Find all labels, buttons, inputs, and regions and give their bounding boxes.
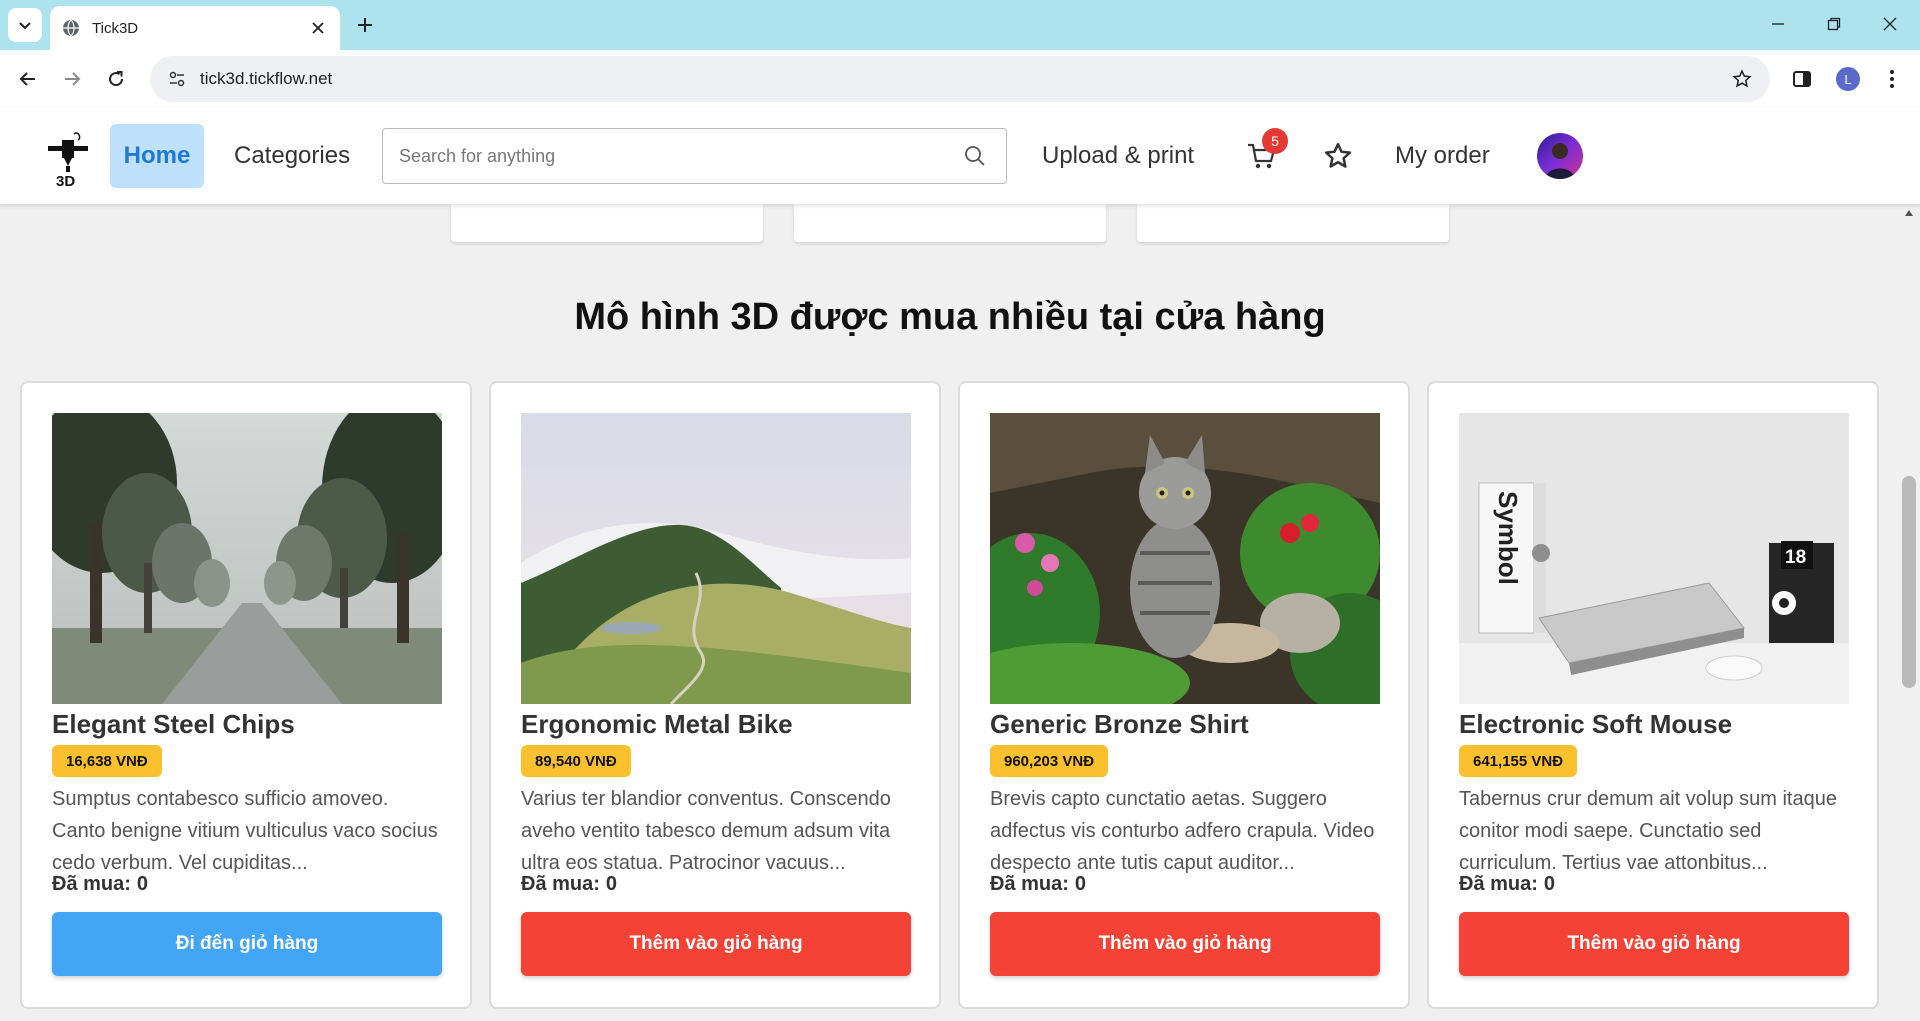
nav-my-order[interactable]: My order <box>1395 124 1490 188</box>
browser-toolbar: tick3d.tickflow.net L <box>0 50 1920 108</box>
close-window-button[interactable] <box>1862 0 1918 48</box>
sold-value: 0 <box>605 873 618 895</box>
product-card[interactable]: Elegant Steel Chips 16,638 VNĐ Sumptus c… <box>20 381 472 1009</box>
globe-icon <box>63 19 79 37</box>
tick3d-logo[interactable]: 3D <box>44 130 96 190</box>
chevron-down-icon <box>19 22 31 30</box>
price-badge: 641,155 VNĐ <box>1459 745 1578 777</box>
calendar-day-text: 18 <box>1785 547 1806 568</box>
search-box <box>382 128 1007 184</box>
site-header: 3D Home Categories Upload & print 5 My o… <box>0 108 1920 204</box>
product-card[interactable]: Ergonomic Metal Bike 89,540 VNĐ Varius t… <box>489 381 941 1009</box>
sold-count: Đã mua: 0 <box>1459 873 1555 896</box>
product-card[interactable]: Generic Bronze Shirt 960,203 VNĐ Brevis … <box>958 381 1410 1009</box>
sold-value: 0 <box>136 873 149 895</box>
forward-button[interactable] <box>56 63 88 95</box>
restore-button[interactable] <box>1806 0 1862 48</box>
prev-card[interactable] <box>451 204 763 242</box>
price-badge: 89,540 VNĐ <box>521 745 631 777</box>
product-image[interactable]: Symbol 18 <box>1459 413 1849 704</box>
plus-icon <box>358 18 372 32</box>
product-name[interactable]: Elegant Steel Chips <box>52 709 295 740</box>
product-name[interactable]: Electronic Soft Mouse <box>1459 709 1732 740</box>
search-input[interactable] <box>399 129 960 183</box>
product-description: Varius ter blandior conventus. Conscendo… <box>521 788 891 874</box>
browser-menu-button[interactable] <box>1876 63 1908 95</box>
side-panel-icon <box>1793 71 1811 87</box>
price-badge: 960,203 VNĐ <box>990 745 1109 777</box>
sold-label: Đã mua: <box>52 873 131 895</box>
sold-label: Đã mua: <box>521 873 600 895</box>
profile-avatar: L <box>1836 67 1860 91</box>
svg-text:3D: 3D <box>56 173 75 188</box>
restore-icon <box>1827 17 1841 31</box>
prev-card[interactable] <box>1137 204 1449 242</box>
product-name[interactable]: Ergonomic Metal Bike <box>521 709 793 740</box>
go-to-cart-button[interactable]: Đi đến giỏ hàng <box>52 912 442 976</box>
side-panel-button[interactable] <box>1786 63 1818 95</box>
add-to-cart-button[interactable]: Thêm vào giỏ hàng <box>521 912 911 976</box>
profile-button[interactable]: L <box>1832 63 1864 95</box>
scrollbar-thumb[interactable] <box>1902 476 1916 688</box>
arrow-right-icon <box>65 72 81 86</box>
sold-count: Đã mua: 0 <box>52 873 148 896</box>
back-button[interactable] <box>12 63 44 95</box>
sold-label: Đã mua: <box>1459 873 1538 895</box>
reload-icon <box>109 71 124 87</box>
prev-card[interactable] <box>794 204 1106 242</box>
search-icon[interactable] <box>960 141 990 171</box>
url-text[interactable]: tick3d.tickflow.net <box>200 69 1728 89</box>
add-to-cart-button[interactable]: Thêm vào giỏ hàng <box>1459 912 1849 976</box>
arrow-left-icon <box>19 72 35 86</box>
product-image[interactable] <box>521 413 911 704</box>
product-image[interactable] <box>52 413 442 704</box>
user-avatar[interactable] <box>1537 133 1583 179</box>
minimize-icon <box>1772 23 1784 25</box>
reload-button[interactable] <box>100 63 132 95</box>
tab-title: Tick3D <box>92 19 139 37</box>
browser-tab-bar: Tick3D <box>0 0 1920 50</box>
sold-count: Đã mua: 0 <box>990 873 1086 896</box>
tab-search-button[interactable] <box>8 8 42 42</box>
favorites-button[interactable] <box>1316 134 1360 178</box>
browser-tab[interactable]: Tick3D <box>50 6 340 50</box>
scroll-up-arrow-icon[interactable] <box>1904 208 1914 218</box>
address-bar[interactable]: tick3d.tickflow.net <box>150 56 1770 102</box>
product-image[interactable] <box>990 413 1380 704</box>
page-scrollbar[interactable] <box>1898 204 1920 1021</box>
close-icon <box>1883 17 1897 31</box>
nav-upload-print[interactable]: Upload & print <box>1042 124 1194 188</box>
minimize-button[interactable] <box>1750 0 1806 48</box>
sold-value: 0 <box>1074 873 1087 895</box>
sold-label: Đã mua: <box>990 873 1069 895</box>
product-description: Sumptus contabesco sufficio amoveo. Cant… <box>52 788 438 874</box>
book-spine-text: Symbol <box>1493 491 1523 585</box>
product-name[interactable]: Generic Bronze Shirt <box>990 709 1249 740</box>
bookmark-star-icon[interactable] <box>1728 65 1756 93</box>
kebab-menu-icon <box>1890 70 1894 88</box>
site-info-icon[interactable] <box>166 68 188 90</box>
nav-categories[interactable]: Categories <box>234 124 350 188</box>
price-badge: 16,638 VNĐ <box>52 745 162 777</box>
product-description: Tabernus crur demum ait volup sum itaque… <box>1459 788 1837 874</box>
star-icon <box>1324 142 1352 168</box>
section-title: Mô hình 3D được mua nhiều tại cửa hàng <box>574 296 1326 338</box>
cart-count-badge: 5 <box>1262 128 1288 154</box>
product-description: Brevis capto cunctatio aetas. Suggero ad… <box>990 788 1375 874</box>
new-tab-button[interactable] <box>350 10 380 40</box>
nav-home[interactable]: Home <box>110 124 204 188</box>
sold-count: Đã mua: 0 <box>521 873 617 896</box>
tab-close-icon[interactable] <box>308 18 328 38</box>
product-card[interactable]: Symbol 18 Electronic Soft Mouse 641,155 … <box>1427 381 1879 1009</box>
add-to-cart-button[interactable]: Thêm vào giỏ hàng <box>990 912 1380 976</box>
sold-value: 0 <box>1543 873 1556 895</box>
